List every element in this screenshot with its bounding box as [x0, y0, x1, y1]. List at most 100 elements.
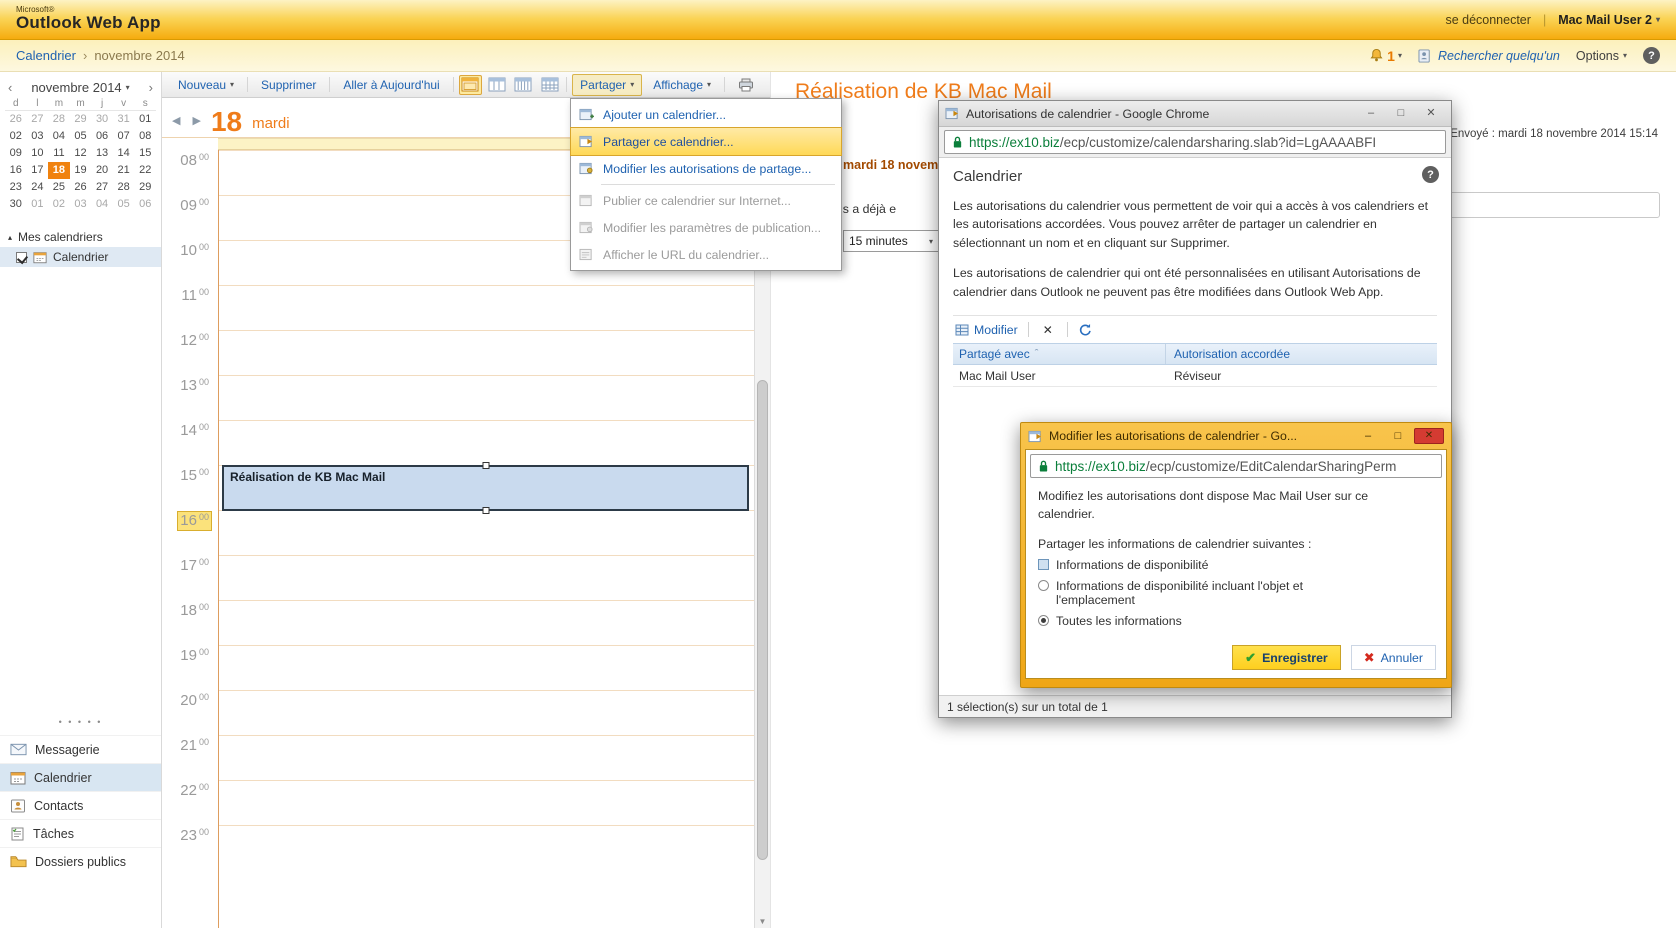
mini-calendar-day[interactable]: 09 — [5, 145, 27, 162]
event-resize-handle-bottom[interactable] — [482, 507, 489, 514]
day-grid-hour-slot[interactable] — [219, 420, 754, 465]
mini-calendar-day[interactable]: 04 — [91, 196, 113, 213]
mini-calendar-day[interactable]: 19 — [70, 162, 92, 179]
mini-calendar-month-selector[interactable]: novembre 2014 ▾ — [31, 80, 129, 95]
mini-calendar-day[interactable]: 31 — [113, 111, 135, 128]
breadcrumb-calendar-link[interactable]: Calendrier — [16, 48, 76, 63]
mini-calendar-day[interactable]: 26 — [5, 111, 27, 128]
mini-calendar-day[interactable]: 29 — [134, 179, 156, 196]
mini-calendar-day[interactable]: 27 — [91, 179, 113, 196]
menu-item-share-this-calendar[interactable]: Partager ce calendrier... — [571, 128, 841, 155]
mini-calendar-day[interactable]: 20 — [91, 162, 113, 179]
table-row[interactable]: Mac Mail User Réviseur — [953, 365, 1437, 387]
mini-calendar-day[interactable]: 06 — [91, 128, 113, 145]
radio-selected-icon[interactable] — [1038, 615, 1049, 626]
previous-day-icon[interactable]: ◀ — [172, 114, 180, 127]
calendar-checkbox[interactable] — [16, 252, 27, 263]
window-titlebar[interactable]: Autorisations de calendrier - Google Chr… — [939, 101, 1451, 127]
menu-item-add-calendar[interactable]: Ajouter un calendrier... — [571, 101, 841, 128]
option-availability-subject-location[interactable]: Informations de disponibilité incluant l… — [1038, 579, 1434, 607]
option-checkbox-icon[interactable] — [1038, 559, 1049, 570]
mini-calendar-day[interactable]: 06 — [134, 196, 156, 213]
next-day-icon[interactable]: ▶ — [192, 114, 200, 127]
column-permission[interactable]: Autorisation accordée — [1166, 347, 1437, 361]
day-grid-hour-slot[interactable] — [219, 510, 754, 555]
calendar-event[interactable]: Réalisation de KB Mac Mail — [222, 465, 749, 511]
mini-calendar-day[interactable]: 16 — [5, 162, 27, 179]
mini-calendar-day[interactable]: 13 — [91, 145, 113, 162]
mini-calendar-day[interactable]: 11 — [48, 145, 70, 162]
sidebar-item-calendar-nav[interactable]: Calendrier — [0, 763, 161, 791]
maximize-button[interactable]: □ — [1387, 105, 1415, 122]
reminder-select[interactable]: 15 minutes ▾ — [843, 230, 939, 252]
print-button[interactable] — [730, 74, 762, 96]
option-all-information[interactable]: Toutes les informations — [1038, 614, 1434, 628]
mini-calendar-day[interactable]: 23 — [5, 179, 27, 196]
sign-out-link[interactable]: se déconnecter — [1445, 13, 1530, 27]
splitter-handle[interactable]: • • • • • — [0, 717, 161, 727]
minimize-button[interactable]: – — [1354, 428, 1382, 445]
day-grid-hour-slot[interactable] — [219, 555, 754, 600]
mini-calendar-day[interactable]: 03 — [27, 128, 49, 145]
save-button[interactable]: ✔ Enregistrer — [1232, 645, 1341, 670]
sidebar-item-contacts[interactable]: Contacts — [0, 791, 161, 819]
help-button[interactable]: ? — [1643, 47, 1660, 64]
delete-button[interactable]: Supprimer — [253, 74, 324, 96]
url-box[interactable]: https://ex10.biz/ecp/customize/EditCalen… — [1030, 454, 1442, 478]
sidebar-item-mail[interactable]: Messagerie — [0, 735, 161, 763]
mini-calendar-day[interactable]: 24 — [27, 179, 49, 196]
refresh-button[interactable] — [1078, 323, 1092, 337]
view-menu-button[interactable]: Affichage ▾ — [645, 74, 719, 96]
radio-icon[interactable] — [1038, 580, 1049, 591]
sidebar-item-public-folders[interactable]: Dossiers publics — [0, 847, 161, 875]
mini-calendar-day[interactable]: 22 — [134, 162, 156, 179]
event-resize-handle-top[interactable] — [482, 462, 489, 469]
mini-calendar-day[interactable]: 26 — [70, 179, 92, 196]
mini-calendar-day[interactable]: 29 — [70, 111, 92, 128]
scrollbar-thumb[interactable] — [757, 380, 768, 860]
mini-calendar-day[interactable]: 04 — [48, 128, 70, 145]
mini-calendar-day[interactable]: 08 — [134, 128, 156, 145]
reminders-button[interactable]: 1 ▾ — [1369, 48, 1402, 64]
mini-calendar-day[interactable]: 12 — [70, 145, 92, 162]
mini-calendar-day[interactable]: 01 — [134, 111, 156, 128]
url-box[interactable]: https://ex10.biz/ecp/customize/calendars… — [944, 130, 1446, 154]
delete-entry-icon[interactable]: ✕ — [1039, 323, 1057, 337]
option-availability-only[interactable]: Informations de disponibilité — [1038, 558, 1434, 572]
sidebar-item-tasks[interactable]: Tâches — [0, 819, 161, 847]
mini-calendar-day[interactable]: 28 — [48, 111, 70, 128]
sidebar-item-calendar[interactable]: Calendrier — [0, 247, 161, 267]
mini-calendar-day[interactable]: 01 — [27, 196, 49, 213]
day-grid-hour-slot[interactable] — [219, 690, 754, 735]
day-grid-hour-slot[interactable] — [219, 825, 754, 870]
mini-calendar-day[interactable]: 30 — [5, 196, 27, 213]
mini-calendar-next-icon[interactable]: › — [146, 80, 156, 95]
day-grid-hour-slot[interactable] — [219, 780, 754, 825]
my-calendars-header[interactable]: ▴ Mes calendriers — [0, 227, 161, 247]
mini-calendar-day[interactable]: 15 — [134, 145, 156, 162]
mini-calendar-prev-icon[interactable]: ‹ — [5, 80, 15, 95]
mini-calendar-day[interactable]: 21 — [113, 162, 135, 179]
week-view-button[interactable] — [511, 75, 534, 95]
maximize-button[interactable]: □ — [1384, 428, 1412, 445]
new-button[interactable]: Nouveau ▾ — [170, 74, 242, 96]
mini-calendar-day[interactable]: 27 — [27, 111, 49, 128]
mini-calendar-day[interactable]: 05 — [70, 128, 92, 145]
modify-button[interactable]: Modifier — [955, 323, 1018, 337]
month-view-button[interactable] — [538, 75, 561, 95]
mini-calendar-day[interactable]: 03 — [70, 196, 92, 213]
close-button[interactable]: ✕ — [1414, 428, 1444, 444]
cancel-button[interactable]: ✖ Annuler — [1351, 645, 1436, 670]
work-week-view-button[interactable] — [485, 75, 508, 95]
close-button[interactable]: ✕ — [1417, 105, 1445, 122]
day-grid-hour-slot[interactable] — [219, 375, 754, 420]
column-shared-with[interactable]: Partagé avec ˆ — [953, 344, 1166, 364]
share-button[interactable]: Partager ▾ — [572, 74, 642, 96]
user-menu[interactable]: Mac Mail User 2 ▾ — [1558, 13, 1660, 27]
find-someone-button[interactable]: Rechercher quelqu'un — [1418, 49, 1560, 63]
mini-calendar-day[interactable]: 25 — [48, 179, 70, 196]
mini-calendar-day[interactable]: 30 — [91, 111, 113, 128]
minimize-button[interactable]: – — [1357, 105, 1385, 122]
day-grid-hour-slot[interactable] — [219, 285, 754, 330]
mini-calendar-day[interactable]: 02 — [48, 196, 70, 213]
